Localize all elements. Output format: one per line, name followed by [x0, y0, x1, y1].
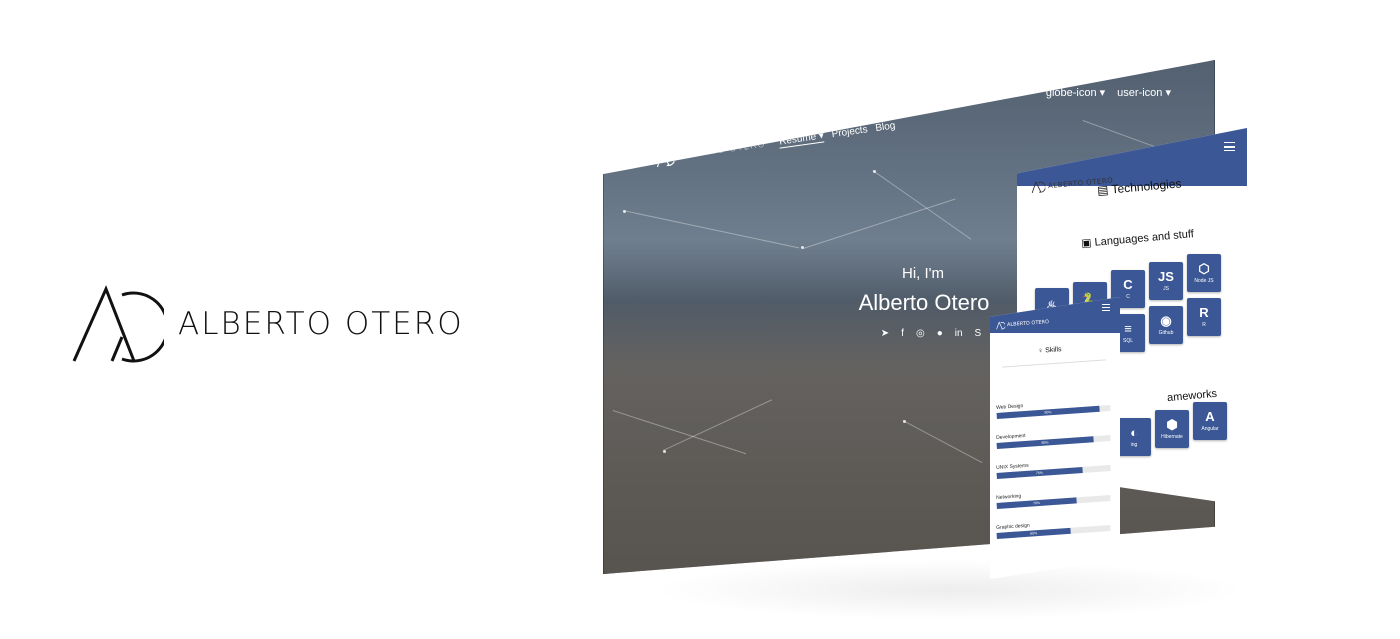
nav-item-label: Resume ▾	[778, 130, 825, 148]
nav-menu: Resume ▾ NEW Projects NEW Blog	[778, 115, 897, 149]
nav-item-projects[interactable]: NEW Projects	[831, 121, 869, 141]
desktop-nav: ALBERTO OTERO Resume ▾ NEW Projects NEW …	[655, 115, 897, 168]
skills-title: ♀ Skills	[1038, 346, 1062, 355]
linkedin-icon[interactable]: in	[955, 328, 963, 339]
tile-label: SQL	[1122, 338, 1133, 344]
phone-mockup: ALBERTO OTERO ♀ Skills Web Design 90% Deve…	[990, 297, 1120, 579]
skills-title-text: Skills	[1044, 346, 1062, 355]
skill-item: Graphic design 65%	[996, 517, 1111, 539]
tech-tile-spring[interactable]: ◐ ing	[1117, 418, 1151, 456]
hibernate-icon: ⬢	[1166, 417, 1178, 432]
tile-label: Github	[1158, 330, 1174, 336]
telegram-icon[interactable]: ➤	[881, 328, 889, 339]
facebook-icon[interactable]: f	[901, 328, 904, 339]
ao-logo-icon	[72, 285, 164, 363]
divider	[1002, 359, 1106, 368]
nav-logo-text: ALBERTO OTERO	[677, 139, 767, 162]
js-icon: JS	[1158, 269, 1174, 284]
tech-tile-r[interactable]: RR	[1187, 298, 1221, 336]
new-badge: NEW	[832, 121, 847, 129]
floor-shadow	[650, 560, 1250, 620]
network-line	[612, 410, 747, 455]
hamburger-menu-icon[interactable]	[1102, 304, 1110, 311]
top-icons: globe-icon ▾ user-icon ▾	[1046, 86, 1171, 99]
tile-label: Hibernate	[1161, 434, 1183, 440]
phone-logo[interactable]: ALBERTO OTERO	[996, 318, 1049, 330]
skype-icon[interactable]: S	[975, 328, 982, 339]
languages-title: ▣ Languages and stuff	[1081, 227, 1195, 250]
nav-item-blog[interactable]: NEW Blog	[874, 115, 897, 135]
nav-item-label: Projects	[831, 124, 869, 141]
github-icon: ◉	[1160, 313, 1172, 328]
network-line	[872, 170, 972, 240]
network-dot	[663, 450, 666, 453]
network-dot	[623, 210, 626, 213]
network-line	[902, 420, 983, 464]
tile-label: R	[1202, 322, 1206, 328]
network-dot	[801, 246, 804, 249]
tile-label: C	[1126, 294, 1130, 300]
ao-logo-icon	[656, 150, 676, 168]
github-icon[interactable]: ●	[937, 328, 943, 339]
nav-item-resume[interactable]: Resume ▾	[778, 130, 825, 149]
nav-item-label: Blog	[874, 120, 897, 135]
globe-icon[interactable]: globe-icon ▾	[1046, 86, 1105, 99]
skill-item: Development 85%	[996, 427, 1111, 449]
network-line	[803, 198, 956, 249]
skill-item: UNIX Systems 75%	[996, 457, 1111, 479]
nodejs-icon: ⬡	[1198, 261, 1210, 276]
tech-tile-nodejs[interactable]: ⬡ Node JS	[1187, 254, 1221, 292]
phone-logo-text: ALBERTO OTERO	[1006, 319, 1050, 329]
network-line	[622, 210, 800, 249]
tile-label: Angular	[1201, 426, 1219, 432]
nav-logo[interactable]: ALBERTO OTERO	[655, 137, 767, 168]
tile-label: Node JS	[1194, 278, 1214, 284]
c-icon: C	[1123, 277, 1133, 292]
new-badge: NEW	[875, 115, 890, 122]
skill-item: Web Design 90%	[996, 397, 1111, 419]
brand-name: ALBERTO OTERO	[178, 306, 464, 342]
angular-icon: A	[1205, 409, 1215, 424]
languages-title-text: Languages and stuff	[1094, 228, 1195, 249]
tech-tile-angular[interactable]: A Angular	[1193, 402, 1227, 440]
tech-tile-js[interactable]: JS JS	[1149, 262, 1183, 300]
user-icon[interactable]: user-icon ▾	[1117, 86, 1171, 99]
network-dot	[903, 420, 906, 423]
tech-tile-hibernate[interactable]: ⬢ Hibernate	[1155, 410, 1189, 448]
r-icon: R	[1199, 305, 1209, 320]
hamburger-menu-icon[interactable]	[1224, 142, 1235, 151]
database-icon: ≡	[1124, 321, 1132, 336]
brand-logo: ALBERTO OTERO	[72, 282, 512, 366]
network-dot	[873, 170, 876, 173]
skill-item: Networking 70%	[996, 487, 1111, 509]
tech-tile-github[interactable]: ◉ Github	[1149, 306, 1183, 344]
tile-label: ing	[1130, 442, 1138, 448]
ao-logo-icon	[1031, 180, 1046, 194]
tile-label: JS	[1163, 286, 1169, 292]
instagram-icon[interactable]: ◎	[916, 328, 925, 339]
spring-icon: ◐	[1130, 425, 1138, 440]
ao-logo-icon	[996, 321, 1006, 330]
